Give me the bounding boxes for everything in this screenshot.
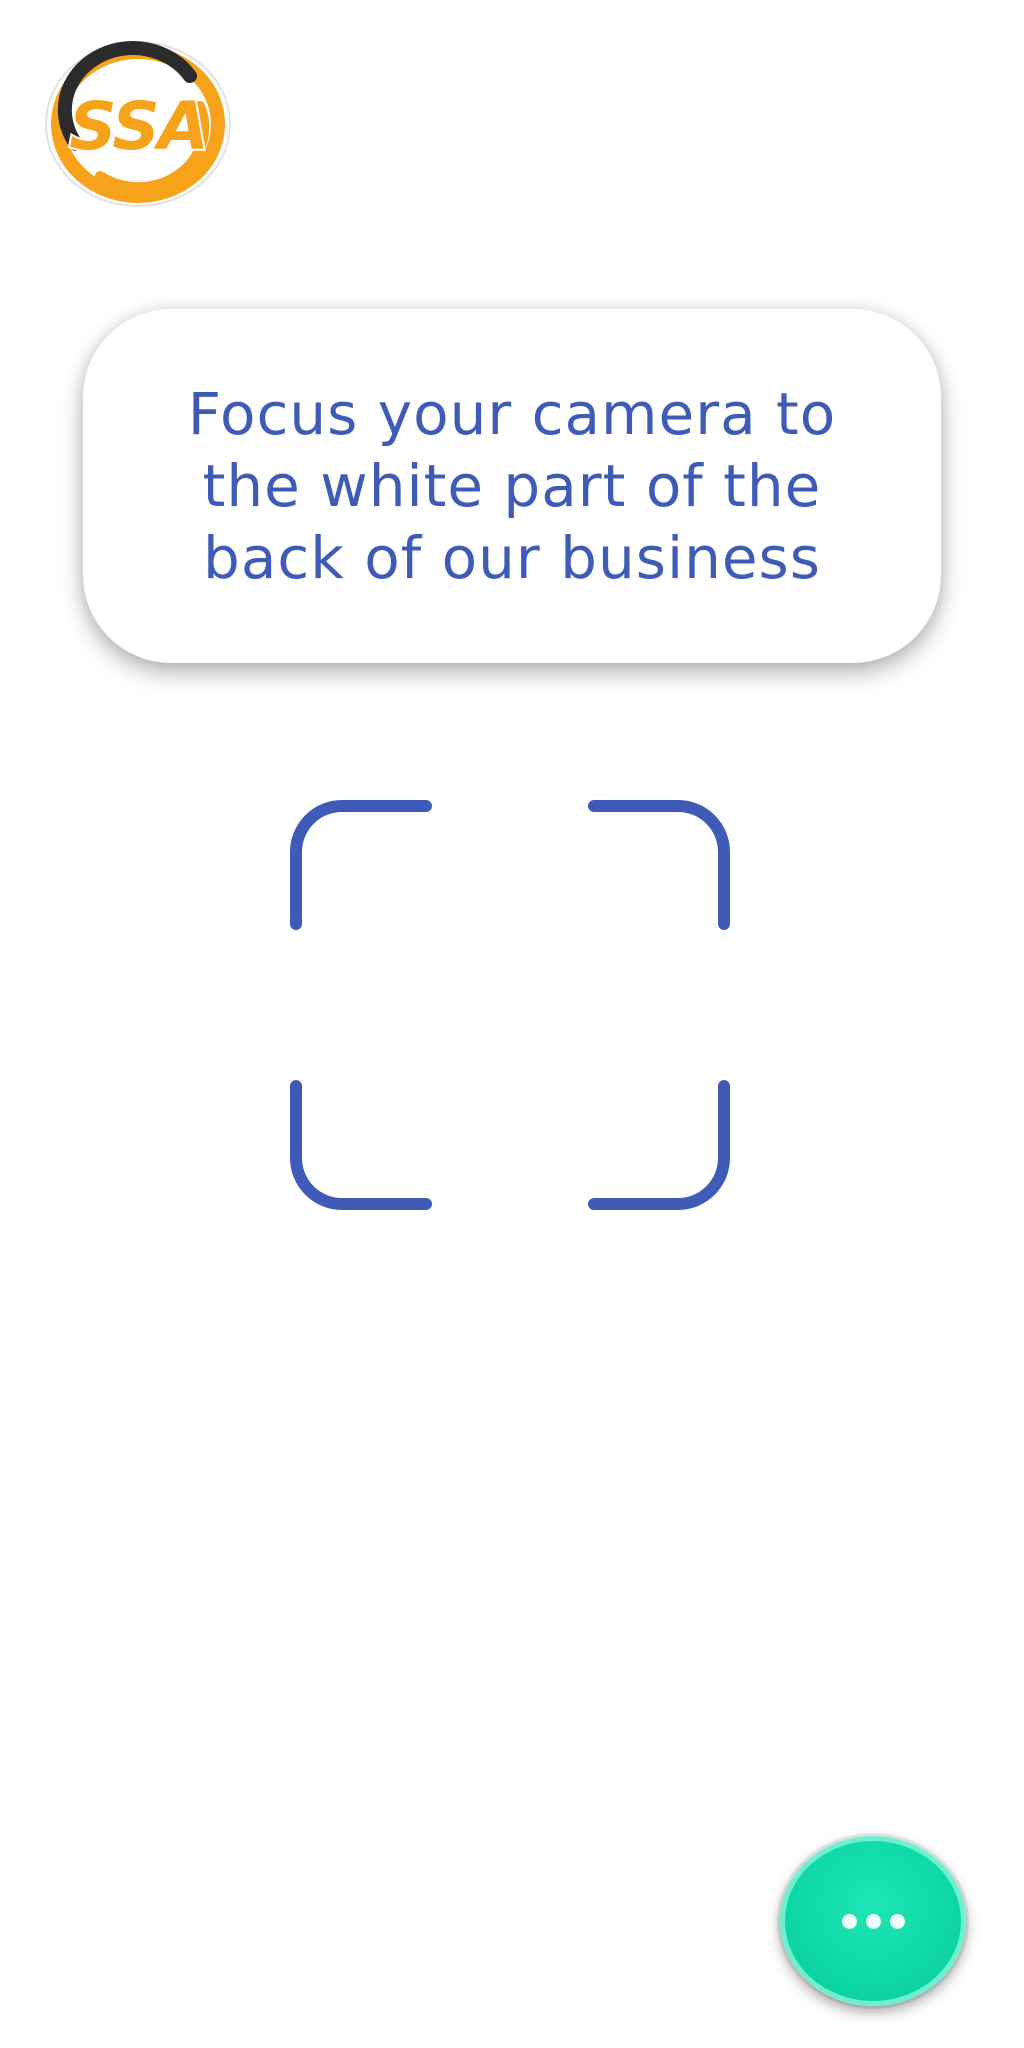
ssa-logo-icon: SSA <box>40 36 232 208</box>
svg-text:SSA: SSA <box>69 88 207 165</box>
instruction-text: Focus your camera to the white part of th… <box>188 378 837 594</box>
more-options-button[interactable] <box>780 1836 966 2006</box>
instruction-line-2: the white part of the <box>202 452 822 520</box>
camera-scan-screen: SSA Focus your camera to the white part o… <box>0 0 1024 2048</box>
more-dots-icon <box>841 1913 905 1929</box>
dot <box>865 1913 881 1929</box>
instruction-line-1: Focus your camera to <box>187 380 837 448</box>
instruction-card: Focus your camera to the white part of th… <box>83 309 941 663</box>
dot <box>889 1913 905 1929</box>
dot <box>841 1913 857 1929</box>
instruction-line-3: back of our business <box>203 524 821 592</box>
scan-frame-icon <box>280 790 740 1220</box>
